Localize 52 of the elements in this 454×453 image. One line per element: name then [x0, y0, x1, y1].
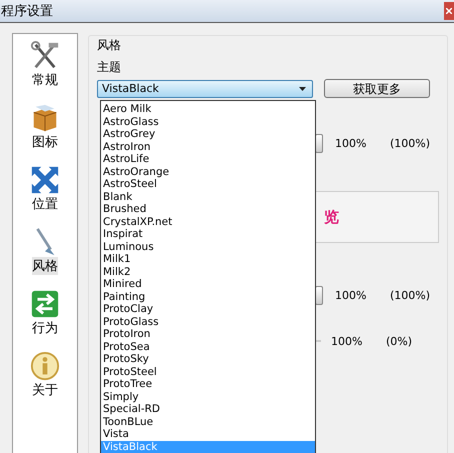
caret-icon	[299, 86, 306, 90]
theme-option[interactable]: Brushed	[101, 203, 315, 216]
theme-option[interactable]: ProtoGlass	[101, 316, 315, 328]
theme-option[interactable]: Milk2	[101, 266, 315, 278]
theme-option[interactable]: Vista	[101, 428, 315, 440]
theme-option[interactable]: ProtoSea	[101, 340, 315, 353]
theme-option[interactable]: AstroIron	[101, 140, 315, 153]
switch-arrows-icon	[30, 289, 60, 319]
theme-option[interactable]: AstroGrey	[101, 128, 315, 140]
default-text: (0%)	[386, 334, 412, 348]
sidebar-item[interactable]: 关于	[28, 350, 62, 400]
sidebar-item[interactable]: 常规	[28, 40, 62, 90]
sidebar-item[interactable]: 风格	[28, 226, 62, 276]
theme-option[interactable]: AstroSteel	[101, 178, 315, 190]
value-text: 100%	[335, 136, 368, 150]
theme-option[interactable]: ProtoTree	[101, 378, 315, 390]
theme-option[interactable]: Blank	[101, 190, 315, 203]
arrows-icon	[30, 165, 60, 195]
info-icon	[30, 351, 60, 381]
value-text: 100%	[335, 288, 368, 302]
sidebar-item[interactable]: 行为	[28, 288, 62, 338]
close-button[interactable]	[444, 2, 454, 20]
theme-option[interactable]: AstroOrange	[101, 166, 315, 178]
theme-option[interactable]: ProtoIron	[101, 328, 315, 340]
tools-icon	[30, 41, 60, 71]
theme-option[interactable]: Simply	[101, 390, 315, 403]
value-text: 100%	[331, 334, 364, 348]
theme-option[interactable]: CrystalXP.net	[101, 216, 315, 228]
default-text: (100%)	[390, 288, 430, 302]
theme-option[interactable]: Minired	[101, 278, 315, 290]
theme-option[interactable]: Luminous	[101, 240, 315, 253]
group-title: 风格	[97, 37, 121, 54]
theme-label: 主题	[97, 59, 121, 76]
theme-option[interactable]: ProtoSteel	[101, 366, 315, 378]
theme-option[interactable]: AstroLife	[101, 153, 315, 166]
theme-option[interactable]: Painting	[101, 290, 315, 303]
theme-option[interactable]: ToonBLue	[101, 416, 315, 428]
window-title: 程序设置	[0, 3, 53, 20]
theme-option[interactable]: ProtoClay	[101, 303, 315, 316]
theme-option[interactable]: AstroGlass	[101, 116, 315, 128]
theme-option[interactable]: ProtoSky	[101, 353, 315, 366]
sidebar-item[interactable]: 位置	[28, 164, 62, 214]
theme-option[interactable]: Milk1	[101, 253, 315, 266]
default-text: (100%)	[390, 136, 430, 150]
theme-option[interactable]: Inspirat	[101, 228, 315, 240]
theme-option[interactable]: Special-RD	[101, 403, 315, 416]
theme-dropdown[interactable]: VistaBlack	[97, 80, 313, 98]
get-more-button[interactable]: 获取更多	[324, 79, 430, 98]
theme-option[interactable]: Aero Milk	[101, 103, 315, 116]
preview-text: 览	[324, 208, 339, 226]
close-icon	[446, 8, 452, 14]
sidebar-item[interactable]: 图标	[28, 102, 62, 152]
